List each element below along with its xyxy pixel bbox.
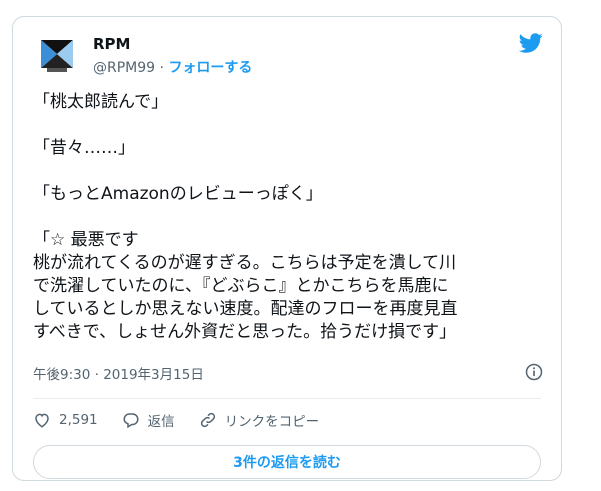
copy-link-button[interactable]: リンクをコピー [199, 410, 320, 430]
handle-row: @RPM99 · フォローする [93, 57, 252, 77]
avatar[interactable] [33, 30, 81, 78]
tweet-line: で洗濯していたのに、『どぶらこ』とかこちらを馬鹿に [33, 276, 449, 296]
link-icon [200, 412, 215, 428]
like-button[interactable]: 2,591 [33, 411, 98, 429]
separator: · [155, 60, 169, 76]
author-handle[interactable]: @RPM99 [93, 60, 155, 76]
reply-button[interactable]: 返信 [122, 410, 175, 430]
heart-icon [35, 413, 49, 428]
tweet-text: 「桃太郎読んで」 「昔々……」 「もっとAmazonのレビューっぽく」 「☆ 最… [33, 91, 548, 344]
tweet-line: 「桃太郎読んで」 [33, 92, 169, 112]
copy-link-label: リンクをコピー [224, 414, 320, 430]
tweet-line: 「昔々……」 [33, 138, 135, 158]
read-replies-button[interactable]: 3件の返信を読む [33, 445, 541, 479]
twitter-bird-icon[interactable] [519, 31, 543, 55]
tweet-line: 「☆ 最悪です [33, 230, 139, 250]
tweet-line: 「もっとAmazonのレビューっぽく」 [33, 184, 323, 204]
tweet-line: しているとしか思えない速度。配達のフローを再度見直 [33, 299, 458, 319]
tweet-line: 桃が流れてくるのが遅すぎる。こちらは予定を潰して川 [33, 253, 457, 273]
tweet-card: RPM @RPM99 · フォローする 「桃太郎読んで」 「昔々……」 「もっと… [12, 16, 562, 481]
author-name[interactable]: RPM [93, 35, 130, 53]
like-count: 2,591 [59, 412, 98, 428]
timestamp[interactable]: 午後9:30 · 2019年3月15日 [33, 363, 204, 383]
tweet-line: すべきで、しょせん外資だと思った。拾うだけ損です」 [33, 322, 457, 342]
info-icon[interactable] [525, 363, 543, 381]
reply-icon [123, 413, 139, 429]
reply-label: 返信 [147, 414, 175, 430]
divider [33, 398, 541, 399]
action-bar: 2,591 返信 リンクをコピー [33, 405, 343, 435]
avatar-image [33, 30, 81, 78]
follow-button[interactable]: フォローする [168, 60, 252, 76]
